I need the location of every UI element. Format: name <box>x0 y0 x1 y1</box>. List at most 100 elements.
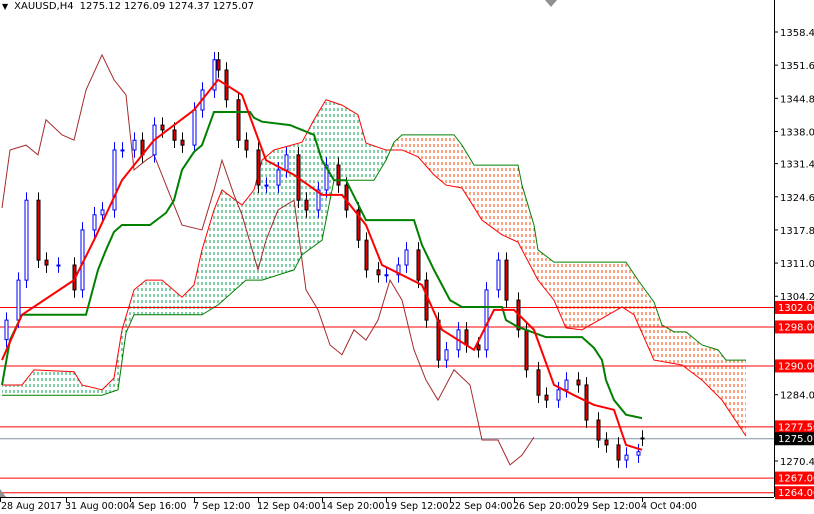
candle-body <box>544 394 549 401</box>
candle <box>604 432 609 453</box>
candle <box>596 412 601 448</box>
cloud-bullish-segment <box>236 200 238 290</box>
cloud-bearish-segment <box>656 307 658 361</box>
cloud-bearish-segment <box>548 257 550 296</box>
candle-body <box>624 454 629 461</box>
cloud-bullish-segment <box>56 370 58 396</box>
cloud-bearish-segment <box>622 262 624 309</box>
candle <box>416 242 421 288</box>
cloud-bearish-segment <box>414 134 416 156</box>
cloud-bearish-segment <box>584 262 586 329</box>
cloud-bearish-segment <box>488 165 490 227</box>
cloud-bullish-segment <box>84 385 86 396</box>
cloud-bearish-segment <box>460 142 462 188</box>
cloud-bearish-segment <box>710 347 712 391</box>
cloud-bearish-segment <box>742 360 744 434</box>
candle-body <box>364 239 369 271</box>
cloud-bearish-segment <box>744 360 746 437</box>
cloud-bullish-segment <box>8 384 10 396</box>
cloud-bullish-segment <box>234 199 236 291</box>
cloud-bearish-segment <box>526 198 528 262</box>
candle-body <box>216 59 221 71</box>
cloud-bullish-segment <box>266 155 268 279</box>
cloud-bearish-segment <box>652 299 654 361</box>
cloud-bearish-segment <box>422 134 424 164</box>
cloud-bearish-segment <box>678 331 680 365</box>
candle-body <box>604 439 609 446</box>
dropdown-triangle-icon[interactable]: ▼ <box>2 2 8 11</box>
cloud-bearish-segment <box>670 329 672 364</box>
cloud-bearish-segment <box>638 280 640 329</box>
cloud-bearish-segment <box>662 324 664 362</box>
cloud-bearish-segment <box>540 251 542 286</box>
cloud-bearish-segment <box>726 360 728 410</box>
cloud-bearish-segment <box>700 343 702 381</box>
cloud-bearish-segment <box>724 357 726 407</box>
cloud-bullish-segment <box>178 293 180 315</box>
cloud-bearish-segment <box>430 134 432 173</box>
cloud-bullish-segment <box>148 280 150 315</box>
price-axis: 1358.40 1351.60 1344.80 1338.00 1331.40 1324.… <box>774 28 814 500</box>
plot-area <box>0 51 774 494</box>
cloud-bullish-segment <box>172 288 174 315</box>
cloud-bearish-segment <box>454 134 456 187</box>
cloud-bearish-segment <box>596 262 598 322</box>
cloud-bearish-segment <box>594 262 596 323</box>
cloud-bullish-segment <box>98 388 100 396</box>
cloud-bullish-segment <box>350 110 352 181</box>
time-tick-label: 12 Sep 04:00 <box>257 501 320 512</box>
cloud-bearish-segment <box>580 262 582 330</box>
cloud-bullish-segment <box>12 384 14 396</box>
cloud-bearish-segment <box>530 211 532 269</box>
price-tick-label: 1351.60 <box>780 61 814 72</box>
cloud-bullish-segment <box>68 371 70 396</box>
cloud-bearish-segment <box>568 262 570 329</box>
cloud-bullish-segment <box>156 280 158 315</box>
cloud-bullish-segment <box>252 189 254 281</box>
cloud-bullish-segment <box>30 372 32 396</box>
cloud-bearish-segment <box>458 139 460 188</box>
cloud-bearish-segment <box>472 161 474 208</box>
cloud-bullish-segment <box>42 370 44 396</box>
cloud-bearish-segment <box>416 134 418 157</box>
cloud-bearish-segment <box>554 262 556 305</box>
cloud-bearish-segment <box>718 349 720 399</box>
cloud-bullish-segment <box>18 384 20 396</box>
cloud-bearish-segment <box>538 249 540 283</box>
cloud-bearish-segment <box>648 293 650 352</box>
cloud-bullish-segment <box>184 293 186 315</box>
chart-shift-marker-icon[interactable] <box>545 0 557 7</box>
cloud-bullish-segment <box>224 191 226 300</box>
cloud-bullish-segment <box>158 280 160 315</box>
cloud-bearish-segment <box>680 331 682 365</box>
candle <box>616 437 621 468</box>
candle-body <box>484 289 489 351</box>
cloud-bullish-segment <box>228 194 230 297</box>
cloud-bearish-segment <box>504 165 506 237</box>
cloud-bullish-segment <box>264 156 266 280</box>
candle-body <box>376 269 381 276</box>
candle <box>56 257 61 273</box>
cloud-bullish-segment <box>308 127 310 251</box>
candle <box>544 387 549 408</box>
price-chart[interactable]: 1358.40 1351.60 1344.80 1338.00 1331.40 1324.… <box>0 0 814 514</box>
cloud-bullish-segment <box>28 374 30 396</box>
cloud-bearish-segment <box>456 137 458 188</box>
price-tick-label: 1338.00 <box>780 127 814 138</box>
cloud-bullish-segment <box>40 370 42 396</box>
cloud-bullish-segment <box>306 130 308 252</box>
cloud-bullish-segment <box>52 370 54 396</box>
candle <box>112 142 117 218</box>
cloud-bullish-segment <box>192 285 194 315</box>
level-price-label: 1298.00 <box>778 322 814 333</box>
cloud-bearish-segment <box>630 268 632 314</box>
cloud-bearish-segment <box>686 331 688 370</box>
candle-body <box>132 139 137 151</box>
cloud-bullish-segment <box>222 189 224 302</box>
time-tick-label: 31 Aug 00:00 <box>65 501 129 512</box>
cloud-bullish-segment <box>36 369 38 396</box>
cloud-bearish-segment <box>556 262 558 310</box>
cloud-bearish-segment <box>420 134 422 162</box>
cloud-bearish-segment <box>658 313 660 362</box>
cloud-bullish-segment <box>62 371 64 396</box>
